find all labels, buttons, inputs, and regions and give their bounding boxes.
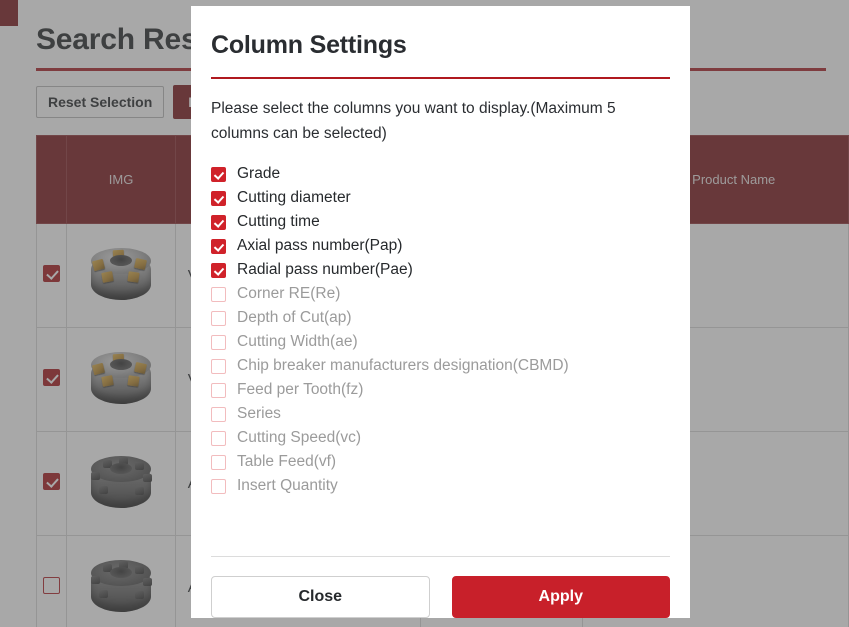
checkbox-icon: [211, 454, 226, 470]
checkbox-icon: [211, 478, 226, 494]
option-label: Axial pass number(Pap): [237, 237, 403, 254]
checkbox-icon[interactable]: [211, 214, 226, 230]
option-label: Corner RE(Re): [237, 285, 341, 302]
checkbox-icon: [211, 358, 226, 374]
apply-button[interactable]: Apply: [451, 576, 670, 618]
option-row-radial-pass-number[interactable]: Radial pass number(Pae): [211, 258, 670, 282]
checkbox-icon: [211, 286, 226, 302]
option-row-cutting-width: Cutting Width(ae): [211, 330, 670, 354]
column-settings-dialog: Column Settings Please select the column…: [191, 6, 690, 618]
option-label: Radial pass number(Pae): [237, 261, 413, 278]
column-options-list: Grade Cutting diameter Cutting time Axia…: [211, 162, 670, 550]
dialog-title-underline: [211, 77, 670, 79]
dialog-footer: Close Apply: [211, 557, 670, 618]
checkbox-icon: [211, 310, 226, 326]
option-label: Cutting Width(ae): [237, 333, 358, 350]
option-row-corner-re: Corner RE(Re): [211, 282, 670, 306]
option-row-cutting-time[interactable]: Cutting time: [211, 210, 670, 234]
option-row-table-feed: Table Feed(vf): [211, 450, 670, 474]
option-row-insert-quantity: Insert Quantity: [211, 474, 670, 498]
checkbox-icon: [211, 382, 226, 398]
app-root: Search Results Reset Selection Excel Out…: [0, 0, 849, 627]
option-row-axial-pass-number[interactable]: Axial pass number(Pap): [211, 234, 670, 258]
option-row-series: Series: [211, 402, 670, 426]
option-label: Feed per Tooth(fz): [237, 381, 364, 398]
option-row-grade[interactable]: Grade: [211, 162, 670, 186]
option-row-cutting-diameter[interactable]: Cutting diameter: [211, 186, 670, 210]
close-button[interactable]: Close: [211, 576, 430, 618]
option-label: Cutting time: [237, 213, 320, 230]
option-row-chip-breaker-designation: Chip breaker manufacturers designation(C…: [211, 354, 670, 378]
option-row-depth-of-cut: Depth of Cut(ap): [211, 306, 670, 330]
checkbox-icon[interactable]: [211, 238, 226, 254]
checkbox-icon[interactable]: [211, 166, 226, 182]
option-label: Chip breaker manufacturers designation(C…: [237, 357, 569, 374]
checkbox-icon: [211, 334, 226, 350]
checkbox-icon[interactable]: [211, 190, 226, 206]
option-label: Cutting Speed(vc): [237, 429, 362, 446]
option-label: Grade: [237, 165, 281, 182]
option-label: Table Feed(vf): [237, 453, 337, 470]
checkbox-icon: [211, 430, 226, 446]
dialog-description: Please select the columns you want to di…: [211, 100, 616, 142]
dialog-title: Column Settings: [211, 31, 407, 59]
option-row-cutting-speed: Cutting Speed(vc): [211, 426, 670, 450]
option-label: Cutting diameter: [237, 189, 351, 206]
option-row-feed-per-tooth: Feed per Tooth(fz): [211, 378, 670, 402]
option-label: Insert Quantity: [237, 477, 338, 494]
option-label: Depth of Cut(ap): [237, 309, 352, 326]
option-label: Series: [237, 405, 281, 422]
checkbox-icon: [211, 406, 226, 422]
checkbox-icon[interactable]: [211, 262, 226, 278]
